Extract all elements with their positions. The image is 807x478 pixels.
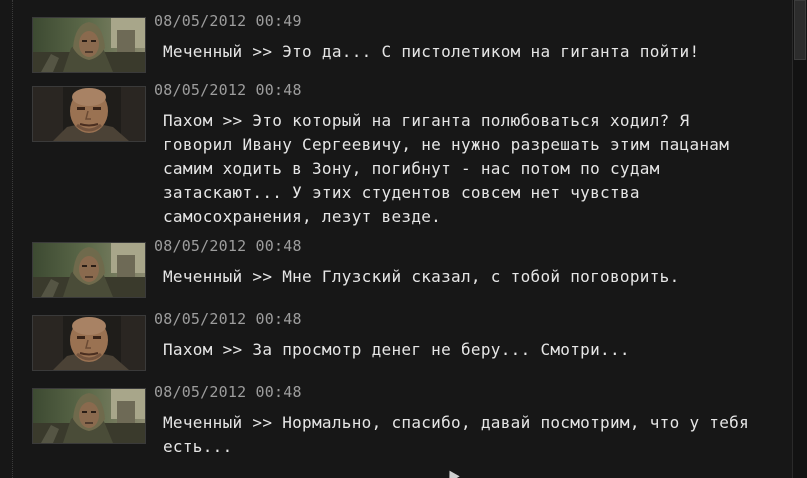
dialog-log: 08/05/2012 00:49 Меченный >> Это да... С… [32, 11, 787, 463]
message-timestamp: 08/05/2012 00:49 [154, 12, 302, 30]
stalker-hooded-portrait-icon [32, 17, 146, 73]
message-timestamp: 08/05/2012 00:48 [154, 310, 302, 328]
message-text: Меченный >> Нормально, спасибо, давай по… [163, 413, 750, 456]
log-entry: 08/05/2012 00:48 Меченный >> Нормально, … [32, 382, 787, 456]
message-timestamp: 08/05/2012 00:48 [154, 383, 302, 401]
message-timestamp: 08/05/2012 00:48 [154, 237, 302, 255]
scrollbar-thumb[interactable] [794, 0, 806, 60]
message-timestamp: 08/05/2012 00:48 [154, 81, 302, 99]
stalker-hooded-portrait-icon [32, 242, 146, 298]
log-scrollbar[interactable] [792, 0, 807, 478]
message-text: Пахом >> Это который на гиганта полюбова… [163, 111, 730, 226]
stalker-bald-portrait-icon [32, 315, 146, 371]
message-text: Меченный >> Это да... С пистолетиком на … [163, 42, 700, 61]
log-entry: 08/05/2012 00:48 Пахом >> Это который на… [32, 80, 787, 229]
stalker-hooded-portrait-icon [32, 388, 146, 444]
message-text: Меченный >> Мне Глузский сказал, с тобой… [163, 267, 680, 286]
stalker-bald-portrait-icon [32, 86, 146, 142]
mouse-cursor-icon [444, 467, 460, 478]
log-left-border [12, 0, 13, 478]
dialog-log-window: 08/05/2012 00:49 Меченный >> Это да... С… [0, 0, 807, 478]
log-entry: 08/05/2012 00:48 Меченный >> Мне Глузски… [32, 236, 787, 298]
message-text: Пахом >> За просмотр денег не беру... См… [163, 340, 630, 359]
log-entry: 08/05/2012 00:48 Пахом >> За просмотр де… [32, 309, 787, 371]
log-entry: 08/05/2012 00:49 Меченный >> Это да... С… [32, 11, 787, 73]
